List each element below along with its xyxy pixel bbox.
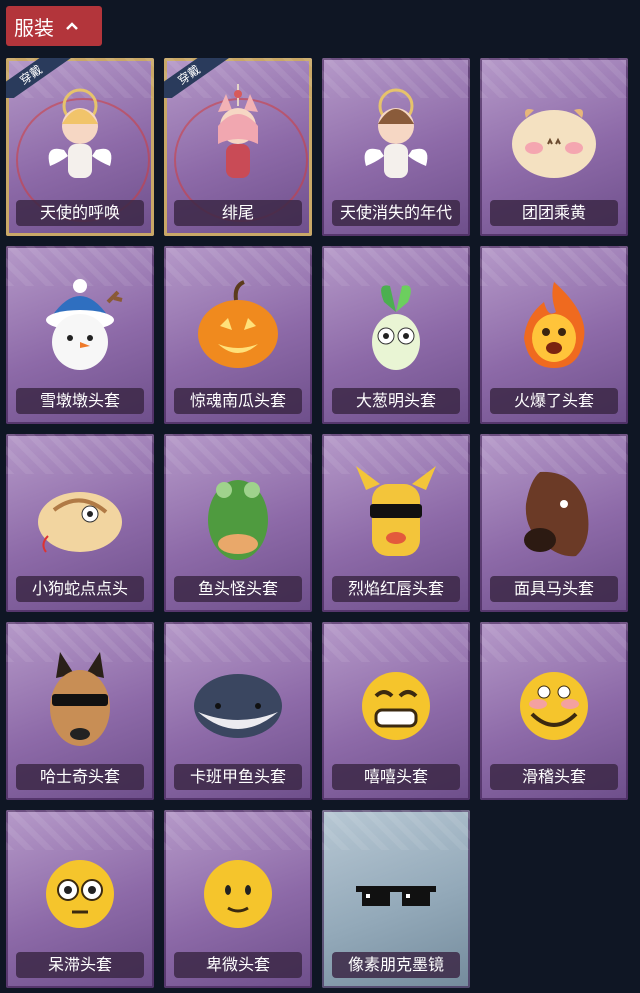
costume-card[interactable]: 滑稽头套: [480, 622, 628, 800]
costume-card[interactable]: 烈焰红唇头套: [322, 434, 470, 612]
fish-head-icon: [188, 460, 288, 570]
costume-card[interactable]: 像素朋克墨镜: [322, 810, 470, 988]
worn-badge: 穿戴: [6, 58, 76, 98]
stare-emoji-icon: [30, 836, 130, 946]
costume-card[interactable]: 面具马头套: [480, 434, 628, 612]
horse-head-icon: [504, 460, 604, 570]
angel-girl-figure-icon: [346, 84, 446, 194]
costume-card[interactable]: 哈士奇头套: [6, 622, 154, 800]
costume-label: 小狗蛇点点头: [16, 576, 144, 602]
costume-card[interactable]: 小狗蛇点点头: [6, 434, 154, 612]
costume-card[interactable]: 惊魂南瓜头套: [164, 246, 312, 424]
costume-card[interactable]: 呆滞头套: [6, 810, 154, 988]
costume-label: 烈焰红唇头套: [332, 576, 460, 602]
humble-emoji-icon: [188, 836, 288, 946]
costume-label: 火爆了头套: [490, 388, 618, 414]
costume-card[interactable]: 穿戴绯尾: [164, 58, 312, 236]
costume-label: 雪墩墩头套: [16, 388, 144, 414]
costume-label: 惊魂南瓜头套: [174, 388, 302, 414]
costume-category-toggle[interactable]: 服装: [6, 6, 102, 46]
costume-label: 卑微头套: [174, 952, 302, 978]
costume-card[interactable]: 卡班甲鱼头套: [164, 622, 312, 800]
chevron-up-icon: [66, 21, 78, 31]
funny-emoji-icon: [504, 648, 604, 758]
angel-figure-icon: [30, 84, 130, 194]
category-title: 服装: [14, 15, 54, 40]
costume-label: 卡班甲鱼头套: [174, 764, 302, 790]
costume-card[interactable]: 穿戴天使的呼唤: [6, 58, 154, 236]
costume-card[interactable]: 天使消失的年代: [322, 58, 470, 236]
fox-girl-figure-icon: [188, 84, 288, 194]
worn-badge: 穿戴: [164, 58, 234, 98]
costume-label: 鱼头怪头套: [174, 576, 302, 602]
costume-label: 呆滞头套: [16, 952, 144, 978]
costume-card[interactable]: 火爆了头套: [480, 246, 628, 424]
grin-emoji-icon: [346, 648, 446, 758]
costume-label: 天使消失的年代: [332, 200, 460, 226]
pumpkin-head-icon: [188, 272, 288, 382]
pikachu-head-icon: [346, 460, 446, 570]
worn-badge-text: 穿戴: [6, 58, 74, 98]
snake-head-icon: [30, 460, 130, 570]
costume-card[interactable]: 大葱明头套: [322, 246, 470, 424]
costume-card[interactable]: 鱼头怪头套: [164, 434, 312, 612]
costume-label: 哈士奇头套: [16, 764, 144, 790]
costume-label: 面具马头套: [490, 576, 618, 602]
costume-label: 大葱明头套: [332, 388, 460, 414]
fish-blob-head-icon: [188, 648, 288, 758]
costume-label: 嘻嘻头套: [332, 764, 460, 790]
scallion-head-icon: [346, 272, 446, 382]
costume-label: 滑稽头套: [490, 764, 618, 790]
costume-label: 绯尾: [174, 200, 302, 226]
costume-card[interactable]: 雪墩墩头套: [6, 246, 154, 424]
fire-head-icon: [504, 272, 604, 382]
worn-badge-text: 穿戴: [164, 58, 232, 98]
costume-label: 像素朋克墨镜: [332, 952, 460, 978]
costume-card[interactable]: 嘻嘻头套: [322, 622, 470, 800]
snowman-head-icon: [30, 272, 130, 382]
costume-card[interactable]: 团团乘黄: [480, 58, 628, 236]
pixel-sunglasses-icon: [346, 836, 446, 946]
plush-creature-icon: [504, 84, 604, 194]
costume-label: 天使的呼唤: [16, 200, 144, 226]
husky-head-icon: [30, 648, 130, 758]
costume-card[interactable]: 卑微头套: [164, 810, 312, 988]
costume-label: 团团乘黄: [490, 200, 618, 226]
